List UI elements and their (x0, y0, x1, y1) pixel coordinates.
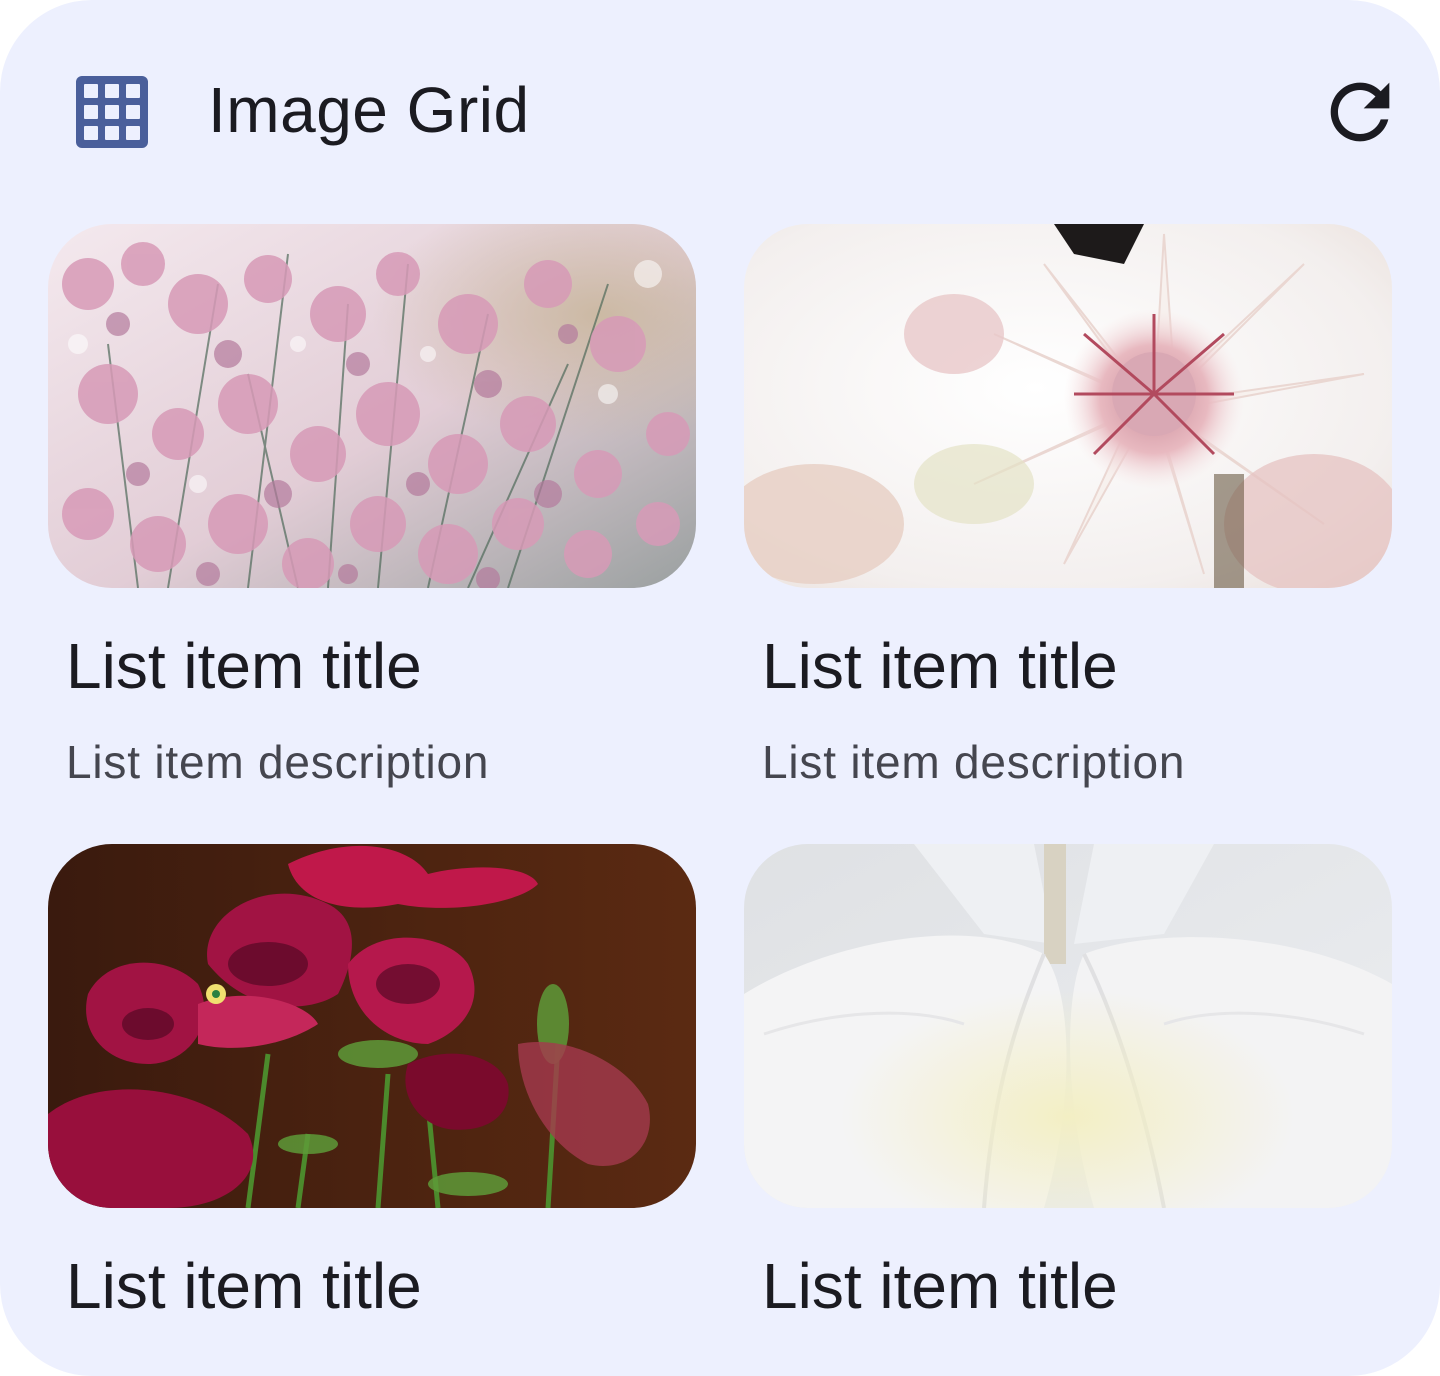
widget-header: Image Grid (0, 0, 1440, 224)
list-item-title: List item title (66, 630, 422, 702)
refresh-icon (1330, 82, 1390, 142)
grid-icon (76, 76, 148, 148)
widget-title: Image Grid (208, 74, 530, 146)
list-item-title: List item title (762, 630, 1118, 702)
blushing-bride-protea-image[interactable] (744, 224, 1392, 588)
image-grid-widget: Image Grid List item title List item des… (0, 0, 1440, 1376)
list-item-description: List item description (762, 736, 1186, 788)
list-item-title: List item title (66, 1250, 422, 1322)
red-pansy-flowers-image[interactable] (48, 844, 696, 1208)
white-orchid-image[interactable] (744, 844, 1392, 1208)
pink-limonium-flowers-image[interactable] (48, 224, 696, 588)
list-item-description: List item description (66, 736, 490, 788)
list-item-title: List item title (762, 1250, 1118, 1322)
refresh-button[interactable] (1316, 68, 1404, 156)
